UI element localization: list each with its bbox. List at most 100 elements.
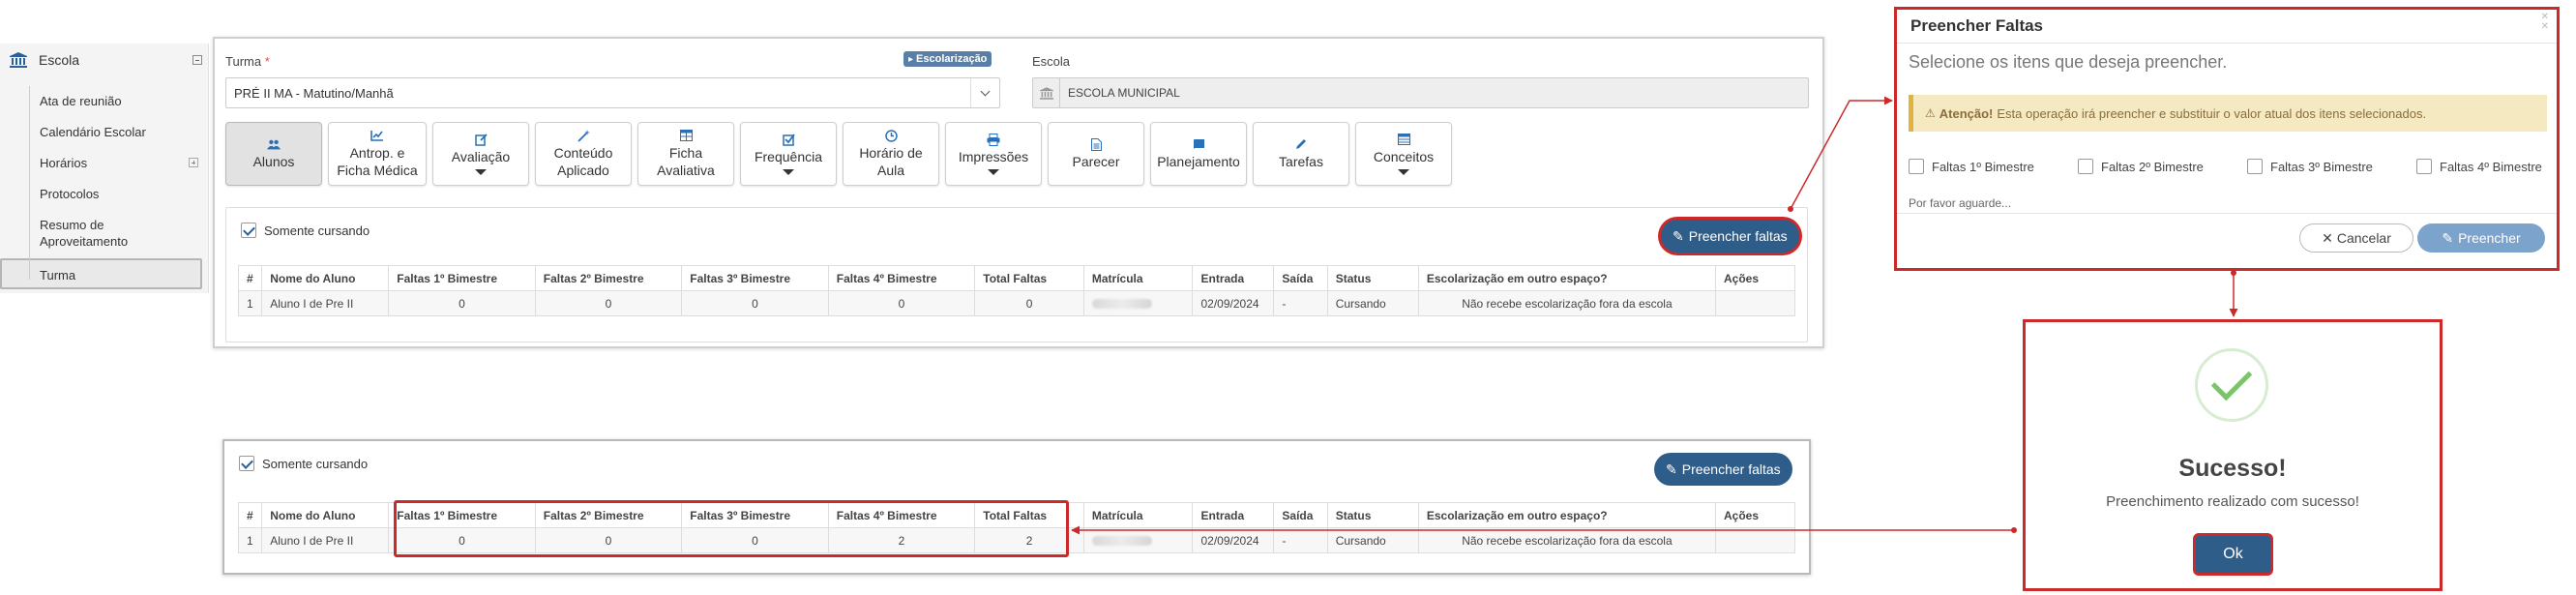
redacted-value — [1091, 536, 1152, 547]
chevron-down-icon — [980, 86, 991, 96]
preencher-faltas-button[interactable]: ✎ Preencher faltas — [1654, 453, 1792, 486]
antrop-ficha-medica-button[interactable]: Antrop. e Ficha Médica — [328, 122, 427, 186]
cell-outro: Não recebe escolarização fora da escola — [1417, 290, 1716, 316]
tarefas-button[interactable]: Tarefas — [1253, 122, 1349, 186]
sidebar-item-resumo-de-aproveitamento[interactable]: Resumo de Aproveitamento — [0, 210, 208, 258]
button-label: Impressões — [958, 149, 1029, 164]
horario-de-aula-button[interactable]: Horário de Aula — [843, 122, 939, 186]
cell-name: Aluno I de Pre II — [261, 527, 390, 553]
users-icon — [267, 137, 281, 151]
sidebar-title: Escola — [39, 52, 80, 68]
sidebar-item-calendario-escolar[interactable]: Calendário Escolar — [0, 117, 208, 148]
only-enrolled-checkbox[interactable] — [241, 223, 256, 238]
button-label: Horário de Aula — [859, 145, 923, 178]
column-header: # — [237, 265, 263, 291]
button-label: Preencher faltas — [1688, 228, 1788, 244]
option-faltas-3-bimestre[interactable]: Faltas 3º Bimestre — [2247, 159, 2373, 174]
bank-icon — [1033, 78, 1060, 107]
only-enrolled-filter[interactable]: Somente cursando — [239, 456, 368, 471]
only-enrolled-label: Somente cursando — [264, 223, 370, 238]
expand-icon[interactable] — [189, 158, 198, 167]
turma-label: Turma * — [225, 54, 270, 69]
sidebar-item-protocolos[interactable]: Protocolos — [0, 179, 208, 210]
escolarizacao-badge[interactable]: ▸ Escolarização — [903, 51, 992, 67]
button-label: Avaliação — [451, 149, 511, 164]
book-icon — [1192, 137, 1205, 151]
avaliacao-button[interactable]: Avaliação — [432, 122, 529, 186]
divider — [1897, 213, 2557, 214]
sidebar-item-ata-de-reuniao[interactable]: Ata de reunião — [0, 86, 208, 117]
preencher-button[interactable]: ✎ Preencher — [2417, 223, 2545, 253]
arrow-to-success — [2229, 270, 2238, 317]
pencil-icon — [1294, 137, 1308, 151]
divider — [1897, 43, 2557, 44]
option-faltas-2-bimestre[interactable]: Faltas 2º Bimestre — [2078, 159, 2204, 174]
column-header: Faltas 4º Bimestre — [827, 265, 976, 291]
chart-line-icon — [370, 129, 384, 142]
preencher-faltas-button[interactable]: ✎ Preencher faltas — [1661, 220, 1799, 253]
table-header-row: # Nome do Aluno Faltas 1º Bimestre Faltas 2… — [237, 265, 1796, 291]
conceitos-button[interactable]: Conceitos — [1355, 122, 1452, 186]
caret-down-icon — [783, 169, 794, 175]
option-checkbox[interactable] — [2247, 159, 2263, 174]
matricula-cell — [1082, 527, 1194, 553]
actions-cell — [1714, 527, 1796, 553]
button-label: Alunos — [252, 154, 295, 169]
collapse-icon[interactable] — [192, 55, 202, 65]
turma-select[interactable]: PRÉ II MA - Matutino/Manhã — [225, 77, 1000, 108]
frequencia-button[interactable]: Frequência — [740, 122, 837, 186]
button-label: Cancelar — [2336, 230, 2391, 246]
conteudo-aplicado-button[interactable]: Conteúdo Aplicado — [535, 122, 632, 186]
magic-wand-icon — [577, 129, 590, 142]
close-icon: ✕ — [2322, 229, 2333, 246]
only-enrolled-checkbox[interactable] — [239, 456, 254, 471]
parecer-button[interactable]: Parecer — [1048, 122, 1144, 186]
sidebar-item-turma[interactable]: Turma — [0, 258, 202, 289]
column-header: Ações — [1714, 502, 1796, 528]
button-label: Parecer — [1072, 154, 1120, 169]
sidebar-item-label: Calendário Escolar — [40, 125, 146, 139]
column-header: Saída — [1273, 502, 1328, 528]
option-label: Faltas 1º Bimestre — [1932, 159, 2034, 174]
alunos-button[interactable]: Alunos — [225, 122, 322, 186]
escola-label: Escola — [1032, 54, 1071, 69]
option-checkbox[interactable] — [2078, 159, 2093, 174]
option-checkbox[interactable] — [2416, 159, 2432, 174]
button-label: Preencher faltas — [1681, 461, 1781, 477]
caret-down-icon — [475, 169, 487, 175]
sidebar-item-horarios[interactable]: Horários — [0, 148, 208, 179]
cell-f4: 0 — [827, 290, 976, 316]
column-header: Status — [1326, 502, 1419, 528]
sidebar-header[interactable]: Escola — [0, 44, 208, 76]
option-faltas-4-bimestre[interactable]: Faltas 4º Bimestre — [2416, 159, 2542, 174]
dropdown-toggle[interactable] — [970, 78, 999, 107]
waiting-text: Por favor aguarde... — [1909, 196, 2012, 210]
success-heading: Sucesso! — [2178, 455, 2287, 482]
table-row[interactable]: 1 Aluno I de Pre II 0 0 0 0 0 02/09/2024- Cursan… — [237, 290, 1796, 316]
column-header: Faltas 2º Bimestre — [534, 265, 683, 291]
column-header: Status — [1326, 265, 1419, 291]
only-enrolled-filter[interactable]: Somente cursando — [241, 223, 370, 238]
ficha-avaliativa-button[interactable]: Ficha Avaliativa — [637, 122, 734, 186]
column-header: Entrada — [1192, 265, 1275, 291]
planejamento-button[interactable]: Planejamento — [1150, 122, 1247, 186]
cell-f3: 0 — [681, 290, 829, 316]
cancel-button[interactable]: ✕ Cancelar — [2299, 223, 2413, 253]
edit-icon — [474, 133, 488, 146]
option-checkbox[interactable] — [1909, 159, 1924, 174]
option-label: Faltas 3º Bimestre — [2270, 159, 2373, 174]
check-square-icon — [782, 133, 795, 146]
option-label: Faltas 2º Bimestre — [2101, 159, 2204, 174]
cell-total: 0 — [974, 290, 1084, 316]
warning-icon: ⚠ — [1925, 106, 1936, 120]
column-header: # — [237, 502, 263, 528]
column-header: Matrícula — [1082, 265, 1194, 291]
ok-button[interactable]: Ok — [2196, 536, 2270, 573]
sidebar: Escola Ata de reunião Calendário Escolar… — [0, 44, 209, 293]
file-icon — [1089, 137, 1103, 151]
impressoes-button[interactable]: Impressões — [945, 122, 1042, 186]
option-faltas-1-bimestre[interactable]: Faltas 1º Bimestre — [1909, 159, 2034, 174]
sidebar-item-label: Resumo de Aproveitamento — [40, 218, 129, 249]
close-icon[interactable]: ✕ ✕ — [2541, 13, 2549, 32]
success-check-icon — [2195, 348, 2268, 422]
